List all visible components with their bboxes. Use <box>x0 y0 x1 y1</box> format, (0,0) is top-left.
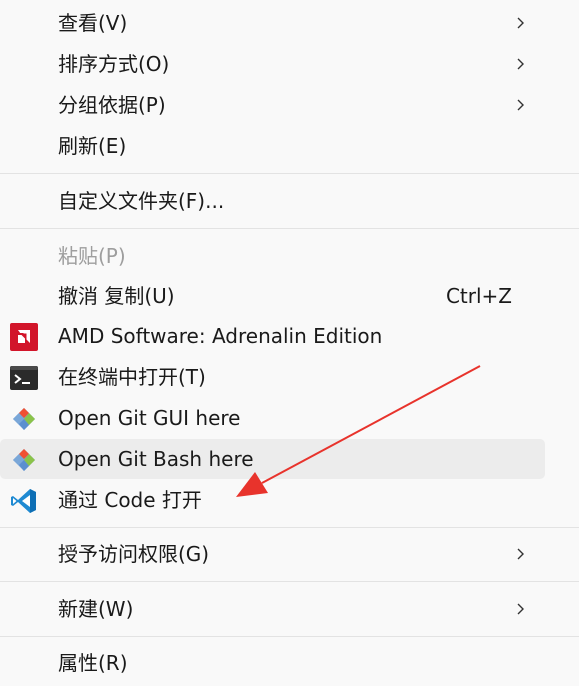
menu-item-label: 新建(W) <box>58 597 134 621</box>
menu-item-refresh[interactable]: 刷新(E) <box>0 126 545 166</box>
menu-item-shortcut: Ctrl+Z <box>445 284 512 308</box>
menu-item-label: 授予访问权限(G) <box>58 542 210 566</box>
menu-item-customize-folder[interactable]: 自定义文件夹(F)... <box>0 181 545 221</box>
chevron-right-icon <box>517 17 524 29</box>
menu-separator <box>0 636 579 637</box>
menu-item-open-terminal[interactable]: 在终端中打开(T) <box>0 357 545 397</box>
menu-item-undo-copy[interactable]: 撤消 复制(U) Ctrl+Z <box>0 276 545 316</box>
menu-item-sort-by[interactable]: 排序方式(O) <box>0 44 545 84</box>
chevron-right-icon <box>517 99 524 111</box>
menu-item-label: 通过 Code 打开 <box>58 488 202 512</box>
menu-separator <box>0 581 579 582</box>
menu-item-properties[interactable]: 属性(R) <box>0 643 545 683</box>
menu-item-label: 分组依据(P) <box>58 93 166 117</box>
menu-item-label: 刷新(E) <box>58 134 127 158</box>
menu-item-label: 查看(V) <box>58 11 128 35</box>
menu-item-git-gui[interactable]: Open Git GUI here <box>0 398 545 438</box>
menu-item-view[interactable]: 查看(V) <box>0 3 545 43</box>
menu-item-amd-software[interactable]: AMD Software: Adrenalin Edition <box>0 316 545 356</box>
context-menu: 查看(V) 排序方式(O) 分组依据(P) 刷新(E) 自定义文件夹(F)...… <box>0 0 579 686</box>
menu-item-group-by[interactable]: 分组依据(P) <box>0 85 545 125</box>
menu-item-label: Open Git GUI here <box>58 406 241 430</box>
amd-logo-icon <box>10 323 38 351</box>
menu-item-label: 在终端中打开(T) <box>58 365 206 389</box>
chevron-right-icon <box>517 58 524 70</box>
menu-item-label: 撤消 复制(U) <box>58 284 175 308</box>
menu-item-paste: 粘贴(P) <box>0 236 545 276</box>
menu-item-new[interactable]: 新建(W) <box>0 589 545 629</box>
chevron-right-icon <box>517 548 524 560</box>
menu-item-label: 排序方式(O) <box>58 52 170 76</box>
terminal-icon <box>10 366 38 390</box>
menu-separator <box>0 527 579 528</box>
menu-item-label: 属性(R) <box>58 651 128 675</box>
menu-item-git-bash[interactable]: Open Git Bash here <box>0 439 545 479</box>
chevron-right-icon <box>517 603 524 615</box>
menu-item-label: Open Git Bash here <box>58 447 254 471</box>
menu-item-open-with-code[interactable]: 通过 Code 打开 <box>0 480 545 520</box>
menu-item-label: 自定义文件夹(F)... <box>58 189 225 213</box>
vscode-icon <box>11 489 36 513</box>
menu-item-label: AMD Software: Adrenalin Edition <box>58 324 383 348</box>
menu-item-give-access[interactable]: 授予访问权限(G) <box>0 534 545 574</box>
git-icon <box>13 449 35 471</box>
menu-item-label: 粘贴(P) <box>58 244 126 268</box>
menu-separator <box>0 228 579 229</box>
menu-separator <box>0 173 579 174</box>
git-icon <box>13 408 35 430</box>
